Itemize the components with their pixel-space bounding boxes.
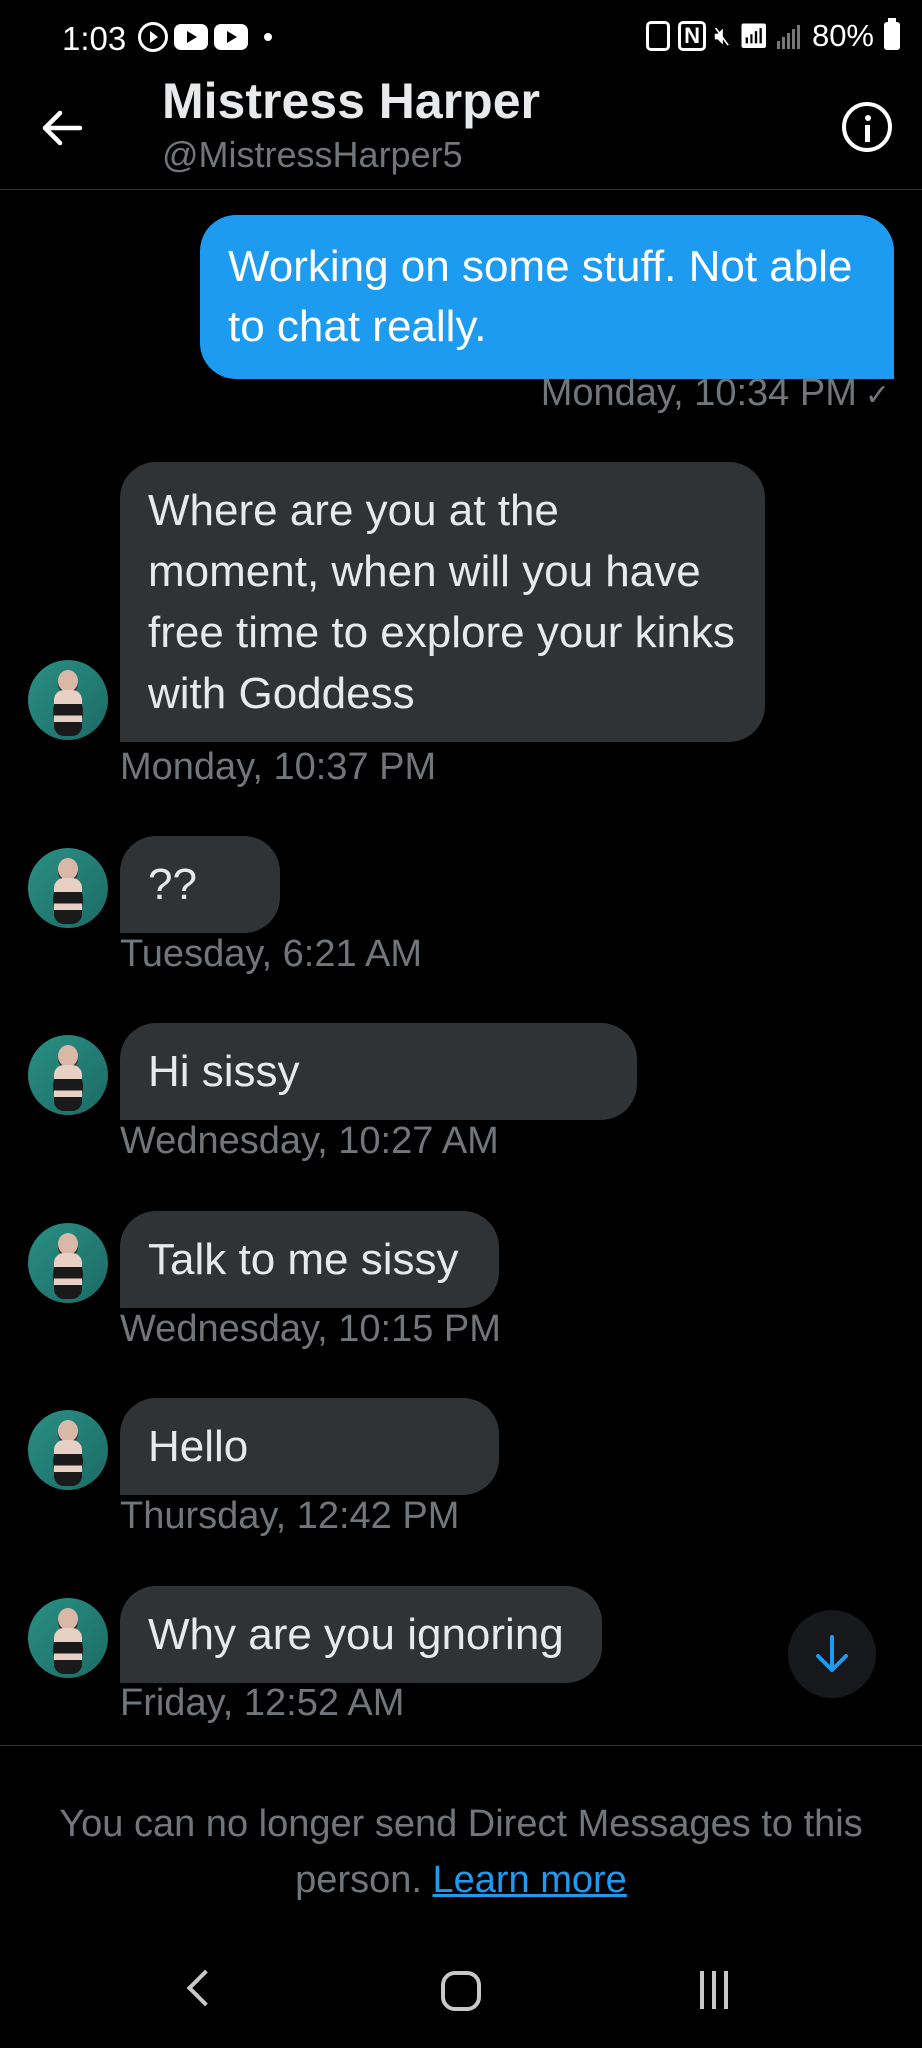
outgoing-message-bubble[interactable]: Working on some stuff. Not able to chat … — [200, 215, 894, 379]
nav-home-icon[interactable] — [441, 1971, 481, 2011]
timestamp-text: Monday, 10:34 PM — [540, 372, 857, 414]
nav-back-icon[interactable] — [186, 1969, 224, 2007]
avatar[interactable] — [28, 1223, 108, 1303]
system-navigation-bar — [0, 1935, 922, 2048]
avatar[interactable] — [28, 848, 108, 928]
incoming-message-bubble[interactable]: ?? — [120, 836, 280, 933]
incoming-message-bubble[interactable]: Hi sissy — [120, 1023, 637, 1120]
wifi-icon: 📶︎ — [738, 22, 769, 50]
incoming-message-timestamp: Monday, 10:37 PM — [120, 746, 437, 788]
dm-disabled-notice: You can no longer send Direct Messages t… — [0, 1745, 922, 1935]
info-button[interactable] — [842, 102, 892, 152]
incoming-message-timestamp: Wednesday, 10:15 PM — [120, 1308, 501, 1350]
incoming-message-bubble[interactable]: Why are you ignoring — [120, 1586, 602, 1683]
youtube-icon — [214, 24, 248, 50]
status-time: 1:03 — [62, 20, 127, 57]
incoming-message-bubble[interactable]: Where are you at the moment, when will y… — [120, 462, 765, 742]
youtube-icon — [174, 24, 208, 50]
incoming-message-timestamp: Friday, 12:52 AM — [120, 1682, 405, 1724]
avatar[interactable] — [28, 1410, 108, 1490]
conversation-handle[interactable]: @MistressHarper5 — [162, 134, 463, 176]
signal-icon — [776, 23, 800, 49]
outgoing-message-timestamp: Monday, 10:34 PM ✓ — [541, 372, 890, 415]
back-button[interactable] — [38, 104, 86, 152]
sent-check-icon: ✓ — [864, 379, 890, 412]
more-notifications-dot-icon — [264, 33, 272, 41]
incoming-message-bubble[interactable]: Hello — [120, 1398, 499, 1495]
battery-percent: 80% — [811, 18, 874, 53]
nav-recents-icon[interactable] — [700, 1971, 728, 2009]
mute-icon: 🔇︎ — [714, 20, 731, 50]
info-icon — [865, 115, 871, 121]
recycle-icon — [646, 21, 671, 51]
message-list[interactable]: Working on some stuff. Not able to chat … — [0, 190, 922, 1745]
media-play-icon — [138, 22, 168, 52]
scroll-to-bottom-button[interactable] — [788, 1610, 876, 1698]
incoming-message-bubble[interactable]: Talk to me sissy — [120, 1211, 499, 1308]
incoming-message-timestamp: Wednesday, 10:27 AM — [120, 1120, 499, 1162]
arrow-left-icon — [42, 110, 82, 146]
conversation-header: Mistress Harper @MistressHarper5 — [0, 66, 922, 190]
avatar[interactable] — [28, 1035, 108, 1115]
arrow-down-icon — [816, 1635, 848, 1672]
conversation-title[interactable]: Mistress Harper — [162, 72, 540, 130]
incoming-message-timestamp: Thursday, 12:42 PM — [120, 1495, 460, 1537]
battery-icon — [884, 18, 900, 50]
learn-more-link[interactable]: Learn more — [432, 1859, 626, 1901]
avatar[interactable] — [28, 1598, 108, 1678]
nfc-icon: N — [678, 21, 707, 51]
incoming-message-timestamp: Tuesday, 6:21 AM — [120, 933, 423, 975]
avatar[interactable] — [28, 660, 108, 740]
